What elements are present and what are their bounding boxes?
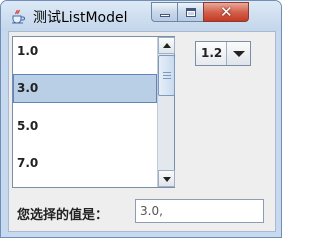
scroll-up-button[interactable] [158,37,175,54]
combobox-selected-value: 1.2 [201,46,223,60]
value-list[interactable]: 1.0 3.0 5.0 7.0 [12,36,175,188]
arrow-up-icon [163,43,171,48]
list-item[interactable]: 5.0 [13,112,157,141]
minimize-icon [160,14,170,17]
value-combobox[interactable]: 1.2 [195,41,251,66]
list-item[interactable]: 1.0 [13,37,157,66]
maximize-button[interactable] [177,2,204,22]
list-item[interactable]: 7.0 [13,149,157,178]
app-window: 测试ListModel ✕ 1.0 3.0 5.0 7.0 1.2 您选择的值是… [0,0,282,238]
vertical-scrollbar[interactable] [157,37,175,187]
list-item-selected[interactable]: 3.0 [13,74,157,103]
arrow-down-icon [163,177,171,182]
maximize-icon [186,8,196,17]
chevron-down-icon [233,51,245,57]
close-button[interactable]: ✕ [203,2,249,22]
combobox-dropdown-button[interactable] [226,42,250,65]
title-bar[interactable]: 测试ListModel ✕ [1,1,281,31]
content-panel: 1.0 3.0 5.0 7.0 1.2 您选择的值是： 3.0, [8,31,276,232]
window-title: 测试ListModel [33,10,128,26]
list-items: 1.0 3.0 5.0 7.0 [13,37,157,187]
minimize-button[interactable] [151,2,178,22]
selected-value-field[interactable]: 3.0, [135,199,264,223]
selected-value-label: 您选择的值是： [17,208,109,223]
scroll-thumb[interactable] [158,55,175,96]
close-icon: ✕ [220,3,233,21]
java-cup-icon [12,9,25,24]
scroll-down-button[interactable] [158,170,175,187]
